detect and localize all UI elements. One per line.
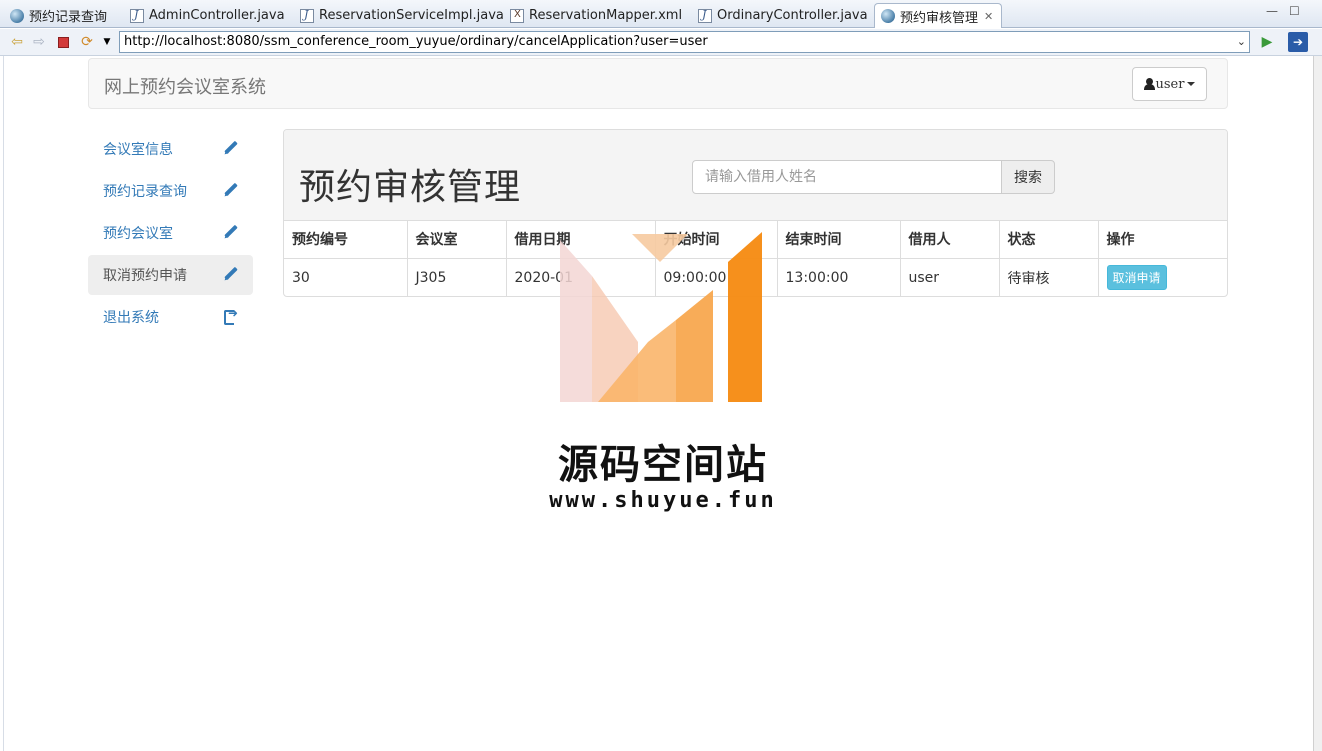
globe-icon: [10, 8, 24, 23]
tab-label: ReservationServiceImpl.java: [319, 8, 504, 23]
tab-label: 预约审核管理: [900, 10, 979, 26]
cell-action: 取消申请: [1098, 258, 1227, 296]
table-row: 30 J305 2020-01 09:00:00 13:00:00 user 待…: [284, 258, 1227, 296]
pencil-icon: [223, 266, 239, 282]
tab-reservation-service-impl[interactable]: ReservationServiceImpl.java: [294, 3, 504, 28]
cell-borrower: user: [900, 258, 1000, 296]
java-file-icon: [698, 8, 712, 23]
tab-reservation-query[interactable]: 预约记录查询: [4, 3, 107, 28]
sidebar-item-label: 预约记录查询: [103, 184, 187, 200]
java-file-icon: [130, 8, 144, 23]
sidebar-item-logout[interactable]: 退出系统: [88, 297, 253, 337]
column-header: 结束时间: [777, 221, 901, 259]
forward-icon[interactable]: ⇨: [30, 33, 48, 51]
close-icon[interactable]: ✕: [984, 10, 993, 23]
sidebar-item-room-info[interactable]: 会议室信息: [88, 129, 253, 169]
cell-room: J305: [407, 258, 507, 296]
back-icon[interactable]: ⇦: [8, 33, 26, 51]
column-header: 借用日期: [506, 221, 656, 259]
column-header: 会议室: [407, 221, 507, 259]
sidebar-item-label: 退出系统: [103, 310, 159, 326]
cell-start: 09:00:00: [655, 258, 778, 296]
refresh-icon[interactable]: ⟳: [78, 33, 96, 51]
go-icon[interactable]: ▶: [1258, 33, 1276, 51]
sidebar-item-label: 预约会议室: [103, 226, 173, 242]
tab-reservation-mapper[interactable]: ReservationMapper.xml: [504, 3, 682, 28]
column-header: 状态: [999, 221, 1099, 259]
pencil-icon: [223, 182, 239, 198]
sidebar-item-label: 会议室信息: [103, 142, 173, 158]
reservation-table: 预约编号 会议室 借用日期 开始时间 结束时间 借用人 状态 操作 30 J30…: [284, 221, 1227, 296]
column-header: 开始时间: [655, 221, 778, 259]
cell-status: 待审核: [999, 258, 1099, 296]
watermark-name: 源码空间站: [558, 442, 768, 488]
table-header-row: 预约编号 会议室 借用日期 开始时间 结束时间 借用人 状态 操作: [284, 221, 1227, 259]
vertical-scrollbar[interactable]: [1313, 56, 1322, 751]
tab-reservation-review[interactable]: 预约审核管理 ✕: [874, 3, 1003, 28]
app-brand[interactable]: 网上预约会议室系统: [104, 73, 266, 99]
tab-label: 预约记录查询: [29, 10, 108, 25]
user-label: user: [1155, 76, 1185, 92]
column-header: 预约编号: [284, 221, 408, 259]
url-text: http://localhost:8080/ssm_conference_roo…: [124, 34, 708, 49]
sidebar-item-reservation-query[interactable]: 预约记录查询: [88, 171, 253, 211]
tab-label: ReservationMapper.xml: [529, 8, 683, 23]
cancel-application-button[interactable]: 取消申请: [1106, 265, 1167, 291]
pencil-icon: [223, 140, 239, 156]
search-button[interactable]: 搜索: [1001, 160, 1055, 194]
caret-down-icon: [1187, 82, 1196, 86]
browser-toolbar: ⇦ ⇨ ⟳ ▼ http://localhost:8080/ssm_confer…: [0, 29, 1322, 56]
page-title: 预约审核管理: [299, 167, 522, 208]
chevron-down-icon[interactable]: ▼: [98, 33, 116, 51]
editor-tab-bar: 预约记录查询 AdminController.java ReservationS…: [0, 0, 1322, 28]
watermark-url: www.shuyue.fun: [549, 488, 777, 513]
stop-icon[interactable]: [54, 33, 72, 51]
sidebar-item-label: 取消预约申请: [103, 268, 187, 284]
minimize-icon[interactable]: —: [1266, 4, 1278, 18]
panel-header: 预约审核管理 搜索: [284, 130, 1227, 221]
user-icon: [1143, 78, 1155, 90]
sidebar-nav: 会议室信息 预约记录查询 预约会议室 取消预约申请 退出系统: [88, 129, 253, 339]
cell-end: 13:00:00: [777, 258, 901, 296]
pencil-icon: [223, 224, 239, 240]
app-navbar: 网上预约会议室系统 user: [88, 58, 1228, 109]
tab-label: AdminController.java: [149, 8, 285, 23]
column-header: 操作: [1098, 221, 1227, 259]
xml-file-icon: [510, 8, 524, 23]
maximize-icon[interactable]: ☐: [1289, 4, 1300, 18]
cell-id: 30: [284, 258, 408, 296]
sidebar-item-book-room[interactable]: 预约会议室: [88, 213, 253, 253]
java-file-icon: [300, 8, 314, 23]
chevron-down-icon[interactable]: ⌄: [1237, 34, 1246, 50]
main-panel: 预约审核管理 搜索 预约编号 会议室 借用日期 开始时间 结束时间 借用人 状态…: [283, 129, 1228, 297]
tab-label: OrdinaryController.java: [717, 8, 868, 23]
borrower-search-input[interactable]: [692, 160, 1002, 194]
tab-ordinary-controller[interactable]: OrdinaryController.java: [692, 3, 868, 28]
globe-icon: [881, 9, 895, 23]
tab-admin-controller[interactable]: AdminController.java: [124, 3, 285, 28]
user-menu-button[interactable]: user: [1132, 67, 1207, 101]
logout-icon: [223, 306, 239, 325]
address-bar[interactable]: http://localhost:8080/ssm_conference_roo…: [119, 31, 1250, 53]
external-browser-icon[interactable]: ➔: [1288, 32, 1308, 52]
column-header: 借用人: [900, 221, 1000, 259]
sidebar-item-cancel-reservation[interactable]: 取消预约申请: [88, 255, 253, 295]
cell-date: 2020-01: [506, 258, 656, 296]
